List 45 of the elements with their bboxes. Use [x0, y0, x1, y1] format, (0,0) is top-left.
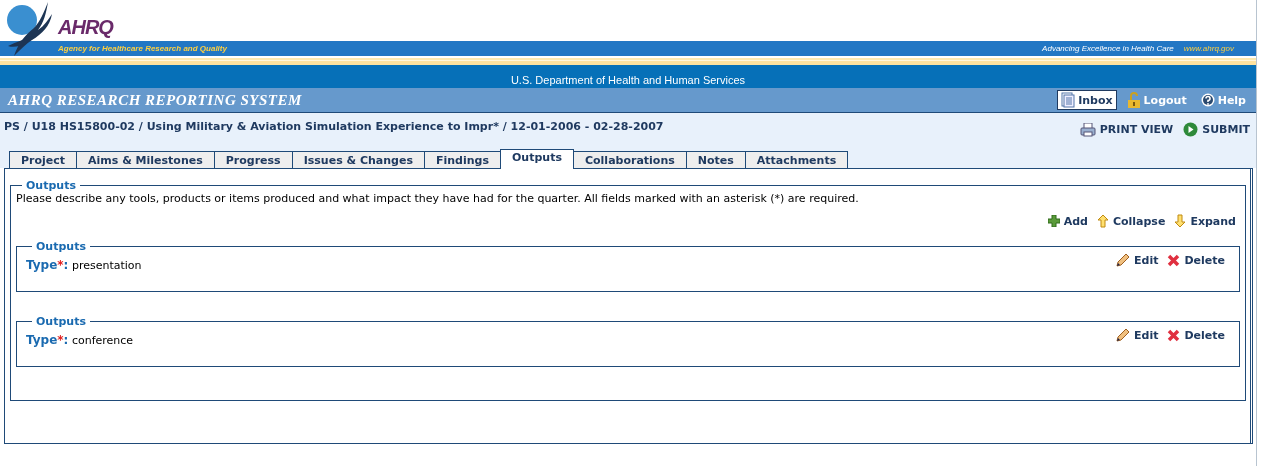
- field-value: conference: [71, 334, 134, 347]
- department-name: U.S. Department of Health and Human Services: [510, 74, 746, 86]
- record-action-link[interactable]: Edit: [1116, 328, 1159, 342]
- field-value: presentation: [71, 259, 142, 272]
- help-icon: [1200, 93, 1215, 107]
- section-description: Please describe any tools, products or items produced and what impact they have had for the quarter. All fields marked with an asterisk (*) are required.: [16, 192, 860, 205]
- tab[interactable]: Findings: [424, 151, 501, 168]
- page-action-link[interactable]: SUBMIT: [1183, 122, 1250, 137]
- delete-icon: [1167, 328, 1181, 342]
- tab[interactable]: Progress: [213, 151, 293, 168]
- toolbar-link[interactable]: Collapse: [1096, 214, 1166, 228]
- breadcrumb: PS / U18 HS15800-02 / Using Military & Aviation Simulation Experience to Impr* / 12-01-2006 - 02-28-2007: [4, 120, 664, 135]
- field-label: Type*:: [26, 258, 69, 272]
- up-arrow-icon: [1096, 214, 1109, 228]
- pencil-icon: [1116, 253, 1131, 267]
- record-legend: Outputs: [32, 240, 90, 253]
- delete-icon: [1167, 253, 1181, 267]
- plus-icon: [1047, 215, 1060, 227]
- toolbar-link[interactable]: Expand: [1174, 214, 1236, 228]
- record-action-link[interactable]: Delete: [1167, 328, 1225, 342]
- tagline: Advancing Excellence in Health Care: [1042, 44, 1174, 53]
- tab[interactable]: Outputs: [500, 149, 574, 169]
- printer-icon: [1079, 122, 1096, 137]
- app-title: AHRQ RESEARCH REPORTING SYSTEM: [8, 91, 302, 109]
- record-action-link[interactable]: Delete: [1167, 253, 1225, 267]
- tab[interactable]: Aims & Milestones: [76, 151, 215, 168]
- play-icon: [1183, 122, 1199, 137]
- field-label: Type*:: [26, 333, 69, 347]
- record-legend: Outputs: [32, 315, 90, 328]
- tab[interactable]: Project: [9, 151, 78, 168]
- document-icon: [1061, 92, 1076, 108]
- tab[interactable]: Notes: [685, 151, 746, 168]
- nav-link[interactable]: Inbox: [1057, 90, 1117, 110]
- tab[interactable]: Collaborations: [572, 151, 687, 168]
- agency-name: Agency for Healthcare Research and Quality: [58, 44, 227, 53]
- pencil-icon: [1116, 328, 1131, 342]
- page-action-link[interactable]: PRINT VIEW: [1079, 122, 1174, 137]
- record-action-link[interactable]: Edit: [1116, 253, 1159, 267]
- section-legend: Outputs: [22, 179, 80, 192]
- tab[interactable]: Attachments: [744, 151, 849, 168]
- tab[interactable]: Issues & Changes: [291, 151, 425, 168]
- down-arrow-icon: [1174, 214, 1187, 228]
- toolbar-link[interactable]: Add: [1047, 214, 1088, 228]
- padlock-icon: [1126, 92, 1141, 108]
- logo-text: AHRQ: [58, 16, 113, 39]
